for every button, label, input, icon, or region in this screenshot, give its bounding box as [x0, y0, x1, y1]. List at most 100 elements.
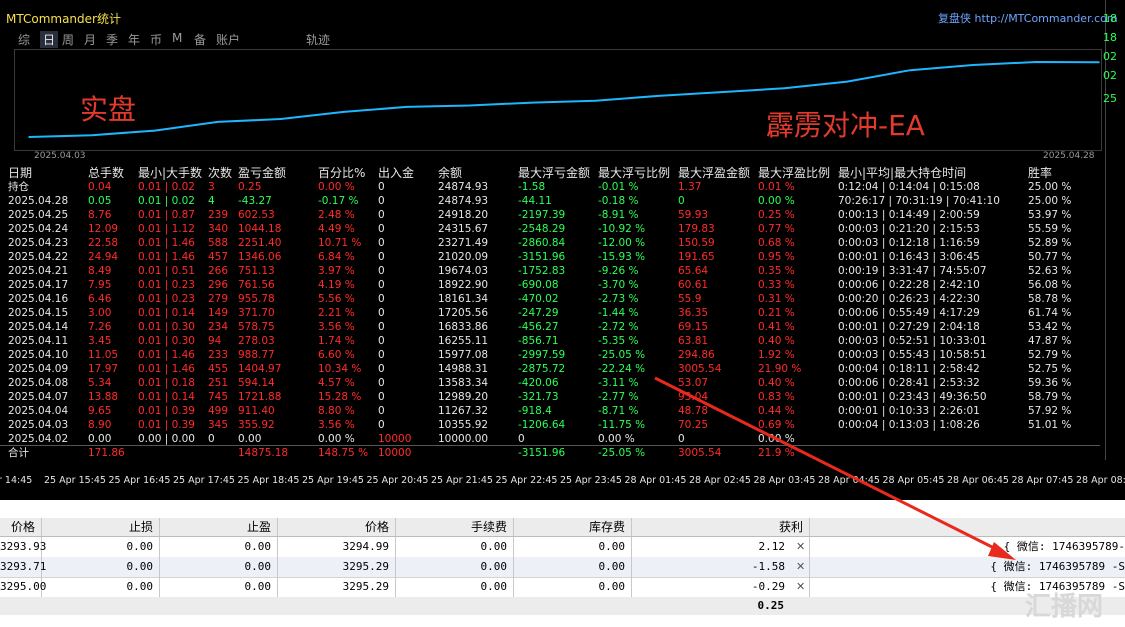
table-row: 2025.04.10 11.05 0.01 | 1.46 233 988.77 6.60 … — [0, 348, 1100, 362]
cell-date: 2025.04.21 — [8, 265, 69, 277]
trade-swap: 0.00 — [514, 557, 632, 577]
close-icon[interactable]: ✕ — [796, 577, 805, 597]
cell-pct: 3.56 % — [318, 321, 355, 333]
cell-count: 3 — [208, 181, 215, 193]
cell-hold: 0:00:03 | 0:21:20 | 2:15:53 — [838, 223, 980, 235]
tab-1[interactable]: 日 — [40, 31, 59, 48]
cell-mdd: -2860.84 — [518, 237, 566, 249]
cell-date: 2025.04.16 — [8, 293, 69, 305]
tab-5[interactable]: 年 — [128, 31, 140, 48]
cell-minmax: 0.01 | 0.23 — [138, 279, 195, 291]
tab-6[interactable]: 币 — [150, 31, 162, 48]
cell-lots: 8.49 — [88, 265, 112, 277]
time-label: 28 Apr 08:45 — [1076, 475, 1125, 486]
equity-line — [28, 60, 1100, 138]
overlay-label-left: 实盘 — [80, 93, 137, 126]
grid-header-6[interactable]: 获利 — [632, 518, 810, 536]
trade-row[interactable]: 3293.71 0.00 0.00 3295.29 0.00 0.00 -1.58 ✕{ 微信… — [0, 557, 1125, 578]
grid-header-1[interactable]: 止损 — [42, 518, 160, 536]
table-row: 2025.04.25 8.76 0.01 | 0.87 239 602.53 2.48 %… — [0, 208, 1100, 222]
total-pct: 148.75 % — [318, 447, 369, 459]
cell-mddp: -1.44 % — [598, 307, 639, 319]
equity-point — [594, 99, 597, 102]
close-icon[interactable]: ✕ — [796, 557, 805, 577]
table-row: 2025.04.14 7.26 0.01 | 0.30 234 578.75 3.56 %… — [0, 320, 1100, 334]
cell-flow: 0 — [378, 265, 385, 277]
cell-hold: 0:00:13 | 0:14:49 | 2:00:59 — [838, 209, 980, 221]
cell-bal: 21020.09 — [438, 251, 489, 263]
cell-mddp: -12.00 % — [598, 237, 646, 249]
cell-date: 2025.04.25 — [8, 209, 69, 221]
cell-hold: 0:00:06 | 0:22:28 | 2:42:10 — [838, 279, 980, 291]
cell-date: 2025.04.14 — [8, 321, 69, 333]
trade-swap: 0.00 — [514, 577, 632, 597]
trade-sl: 0.00 — [42, 557, 160, 577]
cell-flow: 0 — [378, 307, 385, 319]
cell-pnl: 2251.40 — [238, 237, 282, 249]
tab-7[interactable]: M — [172, 31, 182, 45]
cell-mddp: -2.77 % — [598, 391, 639, 403]
equity-point — [909, 69, 911, 71]
cell-flow: 0 — [378, 391, 385, 403]
cell-bal: 18922.90 — [438, 279, 489, 291]
tab-2[interactable]: 周 — [62, 31, 74, 48]
brand-link[interactable]: 复盘侠 http://MTCommander.com — [938, 10, 1118, 26]
grid-header-0[interactable]: 价格 — [0, 518, 42, 536]
axis-label: 02 — [1103, 50, 1117, 63]
cell-pct: 3.97 % — [318, 265, 355, 277]
cell-hold: 0:12:04 | 0:14:04 | 0:15:08 — [838, 181, 980, 193]
watermark: 汇播网 — [1024, 592, 1103, 622]
tab-10[interactable]: 轨迹 — [306, 31, 330, 48]
cell-mfep: 1.92 % — [758, 349, 795, 361]
total-mfep: 21.9 % — [758, 447, 795, 459]
cell-hold: 0:00:04 | 0:18:11 | 2:58:42 — [838, 363, 980, 375]
cell-mfe: 70.25 — [678, 419, 709, 431]
cell-pct: 6.84 % — [318, 251, 355, 263]
trade-swap: 0.00 — [514, 537, 632, 557]
cell-hold: 0:00:06 | 0:28:41 | 2:53:32 — [838, 377, 980, 389]
tab-8[interactable]: 备 — [194, 31, 206, 48]
tab-3[interactable]: 月 — [84, 31, 96, 48]
cell-count: 94 — [208, 335, 222, 347]
grid-header-2[interactable]: 止盈 — [160, 518, 278, 536]
table-row: 2025.04.28 0.05 0.01 | 0.02 4 -43.27 -0.17 % 0… — [0, 194, 1100, 208]
cell-pct: 2.48 % — [318, 209, 355, 221]
cell-bal: 16255.11 — [438, 335, 489, 347]
grid-header-4[interactable]: 手续费 — [396, 518, 514, 536]
trade-row[interactable]: 3295.00 0.00 0.00 3295.29 0.00 0.00 -0.29 ✕{ 微信… — [0, 577, 1125, 598]
cell-mfep: 0.44 % — [758, 405, 795, 417]
cell-mdd: -856.71 — [518, 335, 559, 347]
close-icon[interactable]: ✕ — [796, 537, 805, 557]
column-header: 最小|大手数 — [138, 166, 203, 180]
total-flow: 10000 — [378, 447, 412, 459]
trade-price: 3295.00 — [0, 577, 46, 597]
tab-0[interactable]: 综 — [18, 31, 30, 48]
trade-row[interactable]: 3293.93 0.00 0.00 3294.99 0.00 0.00 2.12 ✕{ 微信:… — [0, 537, 1125, 558]
cell-win: 52.75 % — [1028, 363, 1072, 375]
cell-win: 47.87 % — [1028, 335, 1072, 347]
grid-header-5[interactable]: 库存费 — [514, 518, 632, 536]
cell-mdd: -420.06 — [518, 377, 559, 389]
time-label: 25 Apr 15:45 — [44, 475, 106, 486]
cell-win: 50.77 % — [1028, 251, 1072, 263]
cell-flow: 10000 — [378, 433, 412, 445]
equity-point — [342, 111, 345, 113]
grid-header-3[interactable]: 价格 — [278, 518, 396, 536]
cell-minmax: 0.01 | 0.02 — [138, 181, 195, 193]
cell-mfep: 0.35 % — [758, 265, 795, 277]
cell-pnl: 594.14 — [238, 377, 275, 389]
cell-mfep: 0.00 % — [758, 433, 795, 445]
cell-date: 2025.04.08 — [8, 377, 69, 389]
cell-pct: -0.17 % — [318, 195, 359, 207]
column-header: 最大浮盈金额 — [678, 166, 751, 180]
tab-4[interactable]: 季 — [106, 31, 118, 48]
total-pnl: 14875.18 — [238, 447, 289, 459]
cell-mfe: 65.64 — [678, 265, 709, 277]
trade-comment: { 微信: 1746395789- — [1003, 540, 1125, 553]
tab-9[interactable]: 账户 — [216, 31, 240, 48]
cell-mdd: -247.29 — [518, 307, 559, 319]
trade-fee: 0.00 — [396, 557, 514, 577]
cell-minmax: 0.01 | 1.46 — [138, 363, 195, 375]
cell-lots: 8.76 — [88, 209, 112, 221]
table-row: 2025.04.16 6.46 0.01 | 0.23 279 955.78 5.56 %… — [0, 292, 1100, 306]
